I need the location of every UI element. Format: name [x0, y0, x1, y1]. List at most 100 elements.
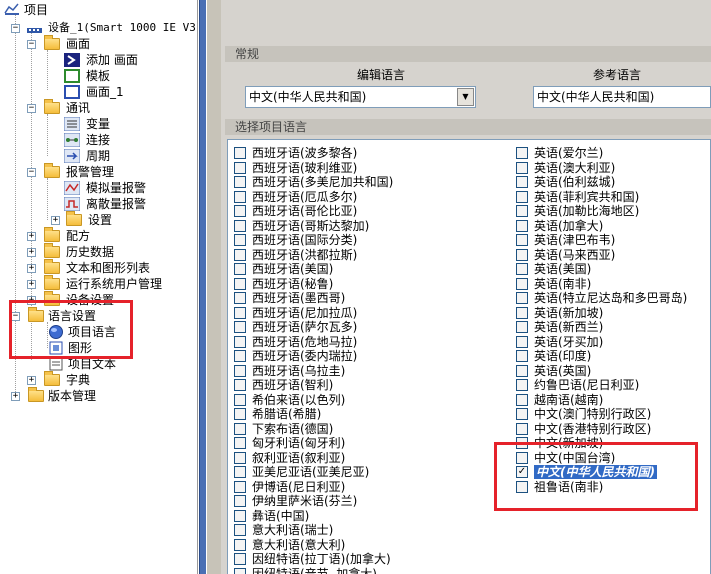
- language-checklist[interactable]: 西班牙语(波多黎各) 西班牙语(玻利维亚) 西班牙语(多美尼加共和国) 西班牙语(厄瓜…: [227, 139, 711, 574]
- collapse-toggle[interactable]: −: [27, 104, 36, 113]
- language-checkbox[interactable]: [234, 538, 246, 551]
- language-checkbox[interactable]: [234, 176, 246, 188]
- language-checkbox[interactable]: [516, 205, 528, 217]
- language-checkbox[interactable]: [516, 335, 528, 348]
- language-checkbox[interactable]: [234, 408, 246, 420]
- language-checkbox[interactable]: [516, 176, 528, 188]
- pane-splitter[interactable]: [199, 0, 222, 574]
- language-checkbox[interactable]: [516, 364, 528, 377]
- language-checkbox[interactable]: [234, 350, 246, 362]
- language-checkbox[interactable]: [234, 147, 246, 159]
- language-checkbox[interactable]: [516, 277, 528, 290]
- language-checkbox[interactable]: [234, 495, 246, 507]
- language-checkbox[interactable]: [234, 524, 246, 536]
- language-checkbox[interactable]: [234, 292, 246, 304]
- language-checkbox[interactable]: [234, 553, 246, 565]
- language-checkbox[interactable]: [234, 567, 246, 574]
- tree-item-alarm-management[interactable]: − 报警管理: [0, 163, 197, 180]
- tree-item-connections[interactable]: 连接: [0, 132, 197, 148]
- language-checkbox[interactable]: [234, 306, 246, 319]
- language-checkbox[interactable]: [234, 364, 246, 377]
- expand-toggle[interactable]: +: [27, 376, 36, 385]
- language-checkbox[interactable]: [234, 161, 246, 174]
- language-checkbox[interactable]: [516, 451, 528, 464]
- language-checkbox[interactable]: [234, 509, 246, 522]
- language-checkbox[interactable]: [234, 393, 246, 406]
- language-checkbox[interactable]: [516, 422, 528, 435]
- tree-item-history[interactable]: + 历史数据: [0, 243, 197, 260]
- language-checkbox[interactable]: [516, 161, 528, 174]
- tree-item-language-settings[interactable]: − 语言设置: [0, 307, 197, 324]
- language-checkbox[interactable]: [234, 466, 246, 478]
- language-checkbox[interactable]: [234, 379, 246, 391]
- language-checkbox[interactable]: [516, 379, 528, 391]
- language-checkbox[interactable]: [516, 234, 528, 246]
- collapse-toggle[interactable]: −: [11, 24, 20, 33]
- collapse-toggle[interactable]: −: [11, 312, 20, 321]
- expand-toggle[interactable]: +: [27, 232, 36, 241]
- tree-item-recipes[interactable]: + 配方: [0, 227, 197, 244]
- language-checkbox[interactable]: [516, 480, 528, 493]
- tree-item-discrete-alarms[interactable]: 离散量报警: [0, 196, 197, 212]
- project-tree[interactable]: 项目 − 设备_1(Smart 1000 IE V3) − 画面 添加 画面 模…: [0, 0, 198, 574]
- language-checkbox[interactable]: [234, 422, 246, 435]
- expand-toggle[interactable]: +: [27, 280, 36, 289]
- language-checkbox[interactable]: [234, 248, 246, 261]
- collapse-toggle[interactable]: −: [27, 40, 36, 49]
- language-checkbox[interactable]: [516, 147, 528, 159]
- language-checkbox[interactable]: [516, 408, 528, 420]
- language-checkbox[interactable]: [516, 350, 528, 362]
- expand-toggle[interactable]: +: [27, 248, 36, 257]
- language-checkbox[interactable]: [516, 248, 528, 261]
- language-checkbox[interactable]: [234, 277, 246, 290]
- expand-toggle[interactable]: +: [27, 264, 36, 273]
- expand-toggle[interactable]: +: [51, 216, 60, 225]
- tree-item-project-text[interactable]: 项目文本: [0, 356, 197, 372]
- tree-item-device-settings[interactable]: + 设备设置: [0, 291, 197, 308]
- language-checkbox[interactable]: [234, 263, 246, 275]
- language-checkbox[interactable]: [516, 190, 528, 203]
- edit-language-select[interactable]: 中文(中华人民共和国) ▼: [245, 86, 476, 108]
- language-checkbox[interactable]: [516, 393, 528, 406]
- language-checkbox[interactable]: [516, 321, 528, 333]
- tree-item-cycles[interactable]: 周期: [0, 148, 197, 164]
- chevron-down-icon[interactable]: ▼: [457, 88, 474, 106]
- tree-item-text-graphic-lists[interactable]: + 文本和图形列表: [0, 259, 197, 276]
- tree-item-communication[interactable]: − 通讯: [0, 99, 197, 116]
- tree-item-project[interactable]: 项目: [0, 2, 197, 18]
- language-checkbox[interactable]: [234, 234, 246, 246]
- tree-item-add-screen[interactable]: 添加 画面: [0, 52, 197, 68]
- tree-item-runtime-users[interactable]: + 运行系统用户管理: [0, 275, 197, 292]
- tree-item-tags[interactable]: 变量: [0, 116, 197, 132]
- language-checkbox[interactable]: ✓: [516, 466, 528, 478]
- language-checkbox[interactable]: [234, 451, 246, 464]
- expand-toggle[interactable]: +: [27, 296, 36, 305]
- collapse-toggle[interactable]: −: [27, 168, 36, 177]
- language-checkbox[interactable]: [234, 335, 246, 348]
- tree-item-screen-1[interactable]: 画面_1: [0, 84, 197, 100]
- language-checkbox[interactable]: [234, 321, 246, 333]
- language-label: 匈牙利语(匈牙利): [252, 436, 346, 450]
- tree-item-graphics[interactable]: 图形: [0, 340, 197, 356]
- language-checkbox[interactable]: [516, 437, 528, 449]
- language-checkbox[interactable]: [516, 292, 528, 304]
- language-checkbox[interactable]: [234, 480, 246, 493]
- tree-item-dictionary[interactable]: + 字典: [0, 371, 197, 388]
- tree-label: 字典: [66, 373, 91, 387]
- language-checkbox[interactable]: [234, 205, 246, 217]
- tree-item-device[interactable]: − 设备_1(Smart 1000 IE V3): [0, 20, 197, 36]
- tree-item-version-management[interactable]: + 版本管理: [0, 387, 197, 404]
- language-checkbox[interactable]: [516, 263, 528, 275]
- tree-item-template[interactable]: 模板: [0, 68, 197, 84]
- tree-item-screens[interactable]: − 画面: [0, 35, 197, 52]
- tree-item-analog-alarms[interactable]: 模拟量报警: [0, 180, 197, 196]
- language-checkbox[interactable]: [234, 437, 246, 449]
- tree-item-project-language[interactable]: 项目语言: [0, 324, 197, 340]
- language-checkbox[interactable]: [516, 306, 528, 319]
- language-checkbox[interactable]: [234, 190, 246, 203]
- tree-item-alarm-settings[interactable]: + 设置: [0, 211, 197, 228]
- language-checkbox[interactable]: [234, 219, 246, 232]
- expand-toggle[interactable]: +: [11, 392, 20, 401]
- reference-language-select[interactable]: 中文(中华人民共和国): [533, 86, 711, 108]
- language-checkbox[interactable]: [516, 219, 528, 232]
